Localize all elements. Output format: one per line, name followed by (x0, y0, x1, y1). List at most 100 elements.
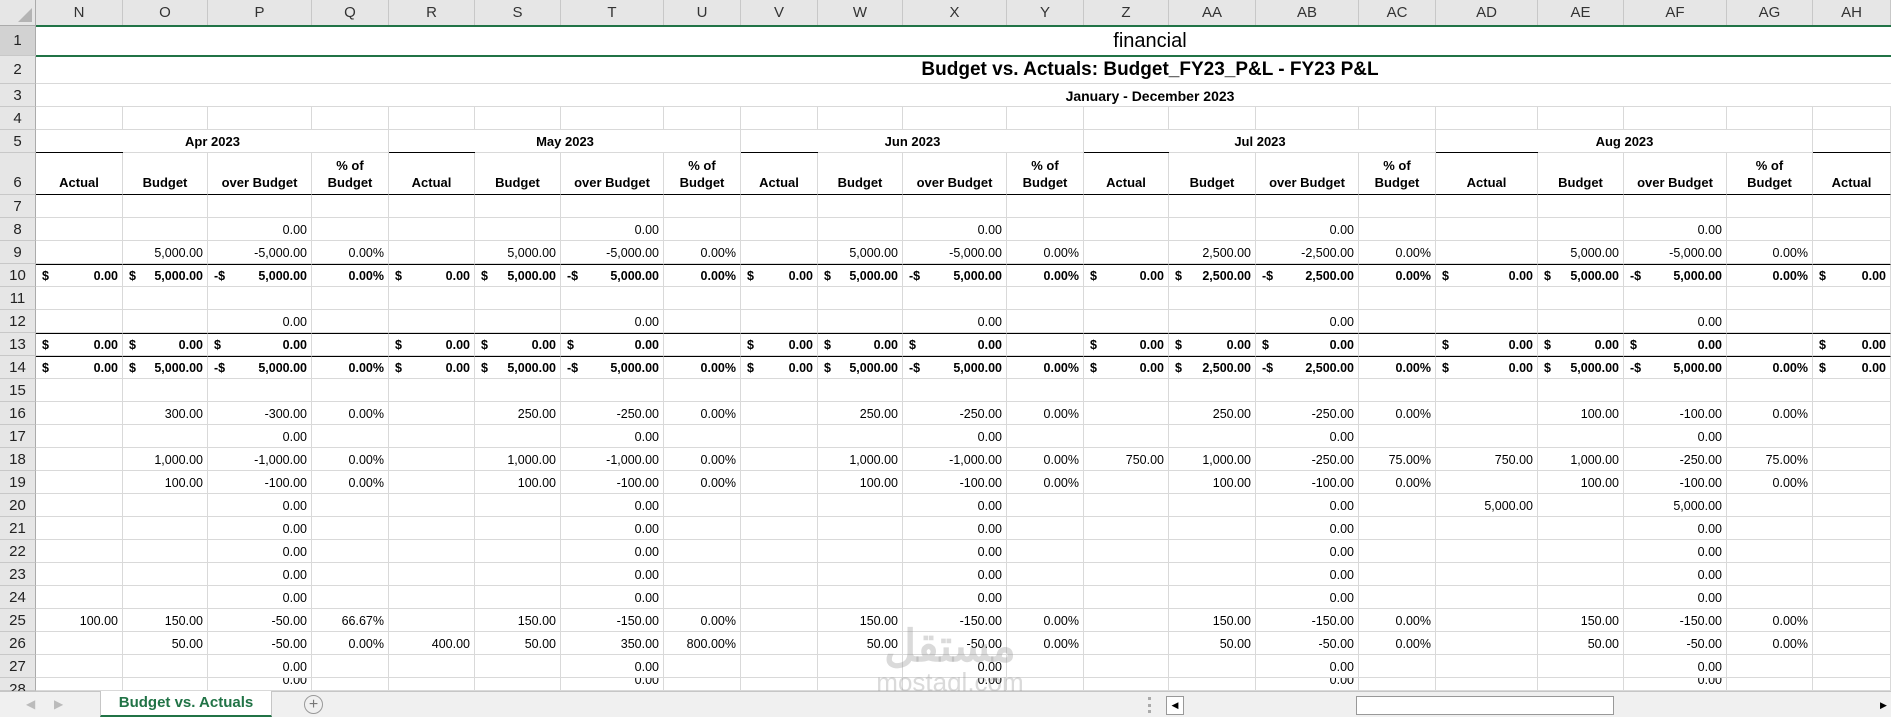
header-cell[interactable] (903, 26, 1007, 56)
header-cell[interactable] (1727, 107, 1813, 130)
table-cell[interactable]: $0.00 (1624, 333, 1727, 356)
table-cell[interactable]: 0.00 (208, 678, 312, 691)
row-header-20[interactable]: 20 (0, 494, 36, 517)
table-cell[interactable]: 0.00 (561, 310, 664, 333)
header-cell[interactable]: Actual (389, 153, 475, 195)
table-cell[interactable] (1436, 195, 1538, 218)
table-cell[interactable]: 0.00 (1256, 494, 1359, 517)
table-cell[interactable] (741, 448, 818, 471)
header-cell[interactable]: Actual (741, 153, 818, 195)
table-cell[interactable] (1538, 678, 1624, 691)
table-cell[interactable]: 0.00% (312, 264, 389, 287)
header-cell[interactable] (1359, 26, 1436, 56)
header-cell[interactable] (1813, 107, 1891, 130)
column-header-v[interactable]: V (741, 0, 818, 26)
table-cell[interactable] (818, 218, 903, 241)
header-cell[interactable] (1538, 56, 1624, 84)
table-cell[interactable] (389, 609, 475, 632)
table-cell[interactable] (1084, 609, 1169, 632)
table-cell[interactable]: -100.00 (208, 471, 312, 494)
header-cell[interactable]: over Budget (561, 153, 664, 195)
table-cell[interactable] (1436, 586, 1538, 609)
header-cell[interactable] (741, 107, 818, 130)
table-cell[interactable] (664, 195, 741, 218)
table-cell[interactable] (36, 540, 123, 563)
table-cell[interactable]: -50.00 (1256, 632, 1359, 655)
table-cell[interactable]: 0.00 (561, 655, 664, 678)
table-cell[interactable] (818, 586, 903, 609)
add-sheet-button[interactable]: + (304, 695, 323, 714)
table-cell[interactable]: 350.00 (561, 632, 664, 655)
table-cell[interactable]: 100.00 (123, 471, 208, 494)
table-cell[interactable] (1084, 379, 1169, 402)
header-cell[interactable] (818, 84, 903, 107)
table-cell[interactable] (664, 563, 741, 586)
table-cell[interactable]: $0.00 (818, 333, 903, 356)
column-header-q[interactable]: Q (312, 0, 389, 26)
table-cell[interactable] (389, 448, 475, 471)
table-cell[interactable] (36, 494, 123, 517)
table-cell[interactable] (389, 287, 475, 310)
table-cell[interactable] (741, 609, 818, 632)
table-cell[interactable] (1084, 310, 1169, 333)
table-cell[interactable] (1084, 402, 1169, 425)
header-cell[interactable] (475, 56, 561, 84)
table-cell[interactable] (123, 517, 208, 540)
table-cell[interactable]: 0.00 (561, 517, 664, 540)
scroll-left-button[interactable]: ◀ (1166, 696, 1184, 715)
table-cell[interactable]: 0.00% (312, 632, 389, 655)
table-cell[interactable] (36, 563, 123, 586)
table-cell[interactable]: 0.00% (1007, 609, 1084, 632)
table-cell[interactable]: 0.00% (664, 356, 741, 379)
table-cell[interactable] (1169, 218, 1256, 241)
table-cell[interactable] (123, 563, 208, 586)
table-cell[interactable] (741, 494, 818, 517)
table-cell[interactable]: $0.00 (561, 333, 664, 356)
table-cell[interactable]: 0.00 (561, 678, 664, 691)
table-cell[interactable] (741, 241, 818, 264)
table-cell[interactable] (1538, 563, 1624, 586)
table-cell[interactable] (1084, 425, 1169, 448)
table-cell[interactable]: $5,000.00 (1538, 356, 1624, 379)
table-cell[interactable]: -100.00 (1624, 402, 1727, 425)
table-cell[interactable]: $0.00 (1256, 333, 1359, 356)
row-header-6[interactable]: 6 (0, 153, 36, 195)
table-cell[interactable]: 0.00 (903, 540, 1007, 563)
table-cell[interactable]: -150.00 (1256, 609, 1359, 632)
table-cell[interactable] (123, 195, 208, 218)
table-cell[interactable] (123, 655, 208, 678)
table-cell[interactable]: $0.00 (741, 356, 818, 379)
table-cell[interactable]: 250.00 (1169, 402, 1256, 425)
header-cell[interactable] (1624, 56, 1727, 84)
table-cell[interactable] (389, 655, 475, 678)
table-cell[interactable]: $0.00 (1084, 264, 1169, 287)
table-cell[interactable] (36, 471, 123, 494)
table-cell[interactable]: 0.00% (1359, 264, 1436, 287)
table-cell[interactable] (1007, 195, 1084, 218)
table-cell[interactable] (741, 563, 818, 586)
table-cell[interactable] (389, 471, 475, 494)
header-cell[interactable] (123, 84, 208, 107)
table-cell[interactable]: 0.00 (903, 517, 1007, 540)
table-cell[interactable] (561, 287, 664, 310)
table-cell[interactable]: 5,000.00 (1538, 241, 1624, 264)
row-header-26[interactable]: 26 (0, 632, 36, 655)
table-cell[interactable] (1436, 678, 1538, 691)
table-cell[interactable] (1538, 494, 1624, 517)
header-cell[interactable] (1538, 107, 1624, 130)
table-cell[interactable]: 50.00 (1538, 632, 1624, 655)
table-cell[interactable] (1169, 563, 1256, 586)
table-cell[interactable] (818, 678, 903, 691)
table-cell[interactable]: 0.00 (561, 586, 664, 609)
table-cell[interactable]: 0.00 (561, 494, 664, 517)
header-cell[interactable] (36, 107, 123, 130)
table-cell[interactable] (741, 402, 818, 425)
table-cell[interactable] (36, 425, 123, 448)
table-cell[interactable] (1007, 655, 1084, 678)
table-cell[interactable] (312, 333, 389, 356)
table-cell[interactable]: 0.00 (903, 310, 1007, 333)
header-cell[interactable] (818, 56, 903, 84)
column-header-ab[interactable]: AB (1256, 0, 1359, 26)
table-cell[interactable]: 0.00% (1007, 448, 1084, 471)
table-cell[interactable] (1084, 471, 1169, 494)
